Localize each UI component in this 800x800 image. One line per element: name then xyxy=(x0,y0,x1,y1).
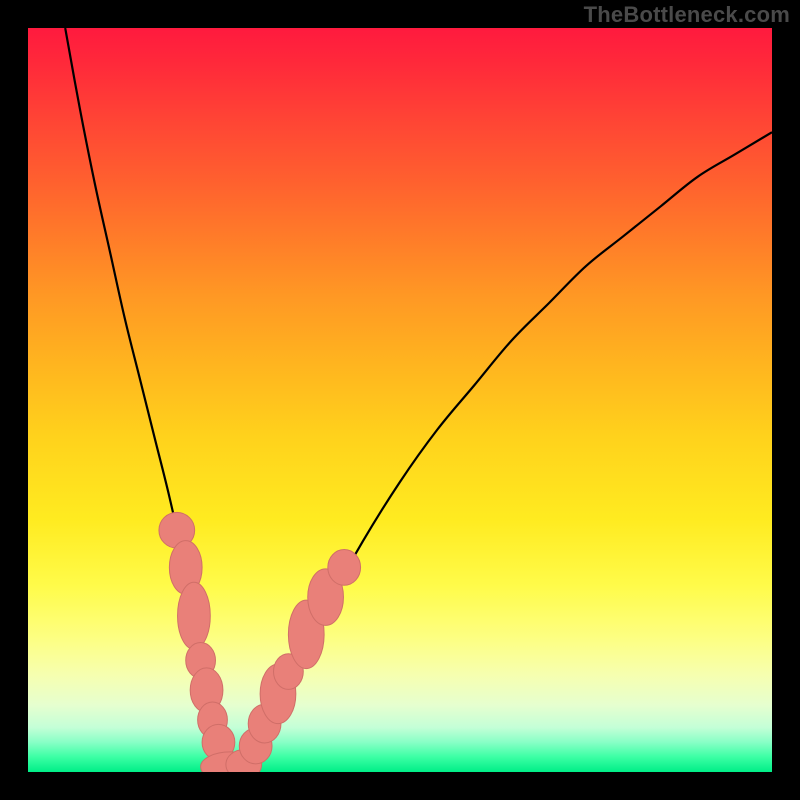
curve-marker xyxy=(328,550,361,586)
curve-marker xyxy=(178,582,211,649)
plot-area xyxy=(28,28,772,772)
bottleneck-curve xyxy=(65,28,772,772)
markers-layer xyxy=(159,512,361,772)
watermark-text: TheBottleneck.com xyxy=(584,2,790,28)
chart-svg xyxy=(28,28,772,772)
chart-frame: TheBottleneck.com xyxy=(0,0,800,800)
curve-layer xyxy=(65,28,772,772)
